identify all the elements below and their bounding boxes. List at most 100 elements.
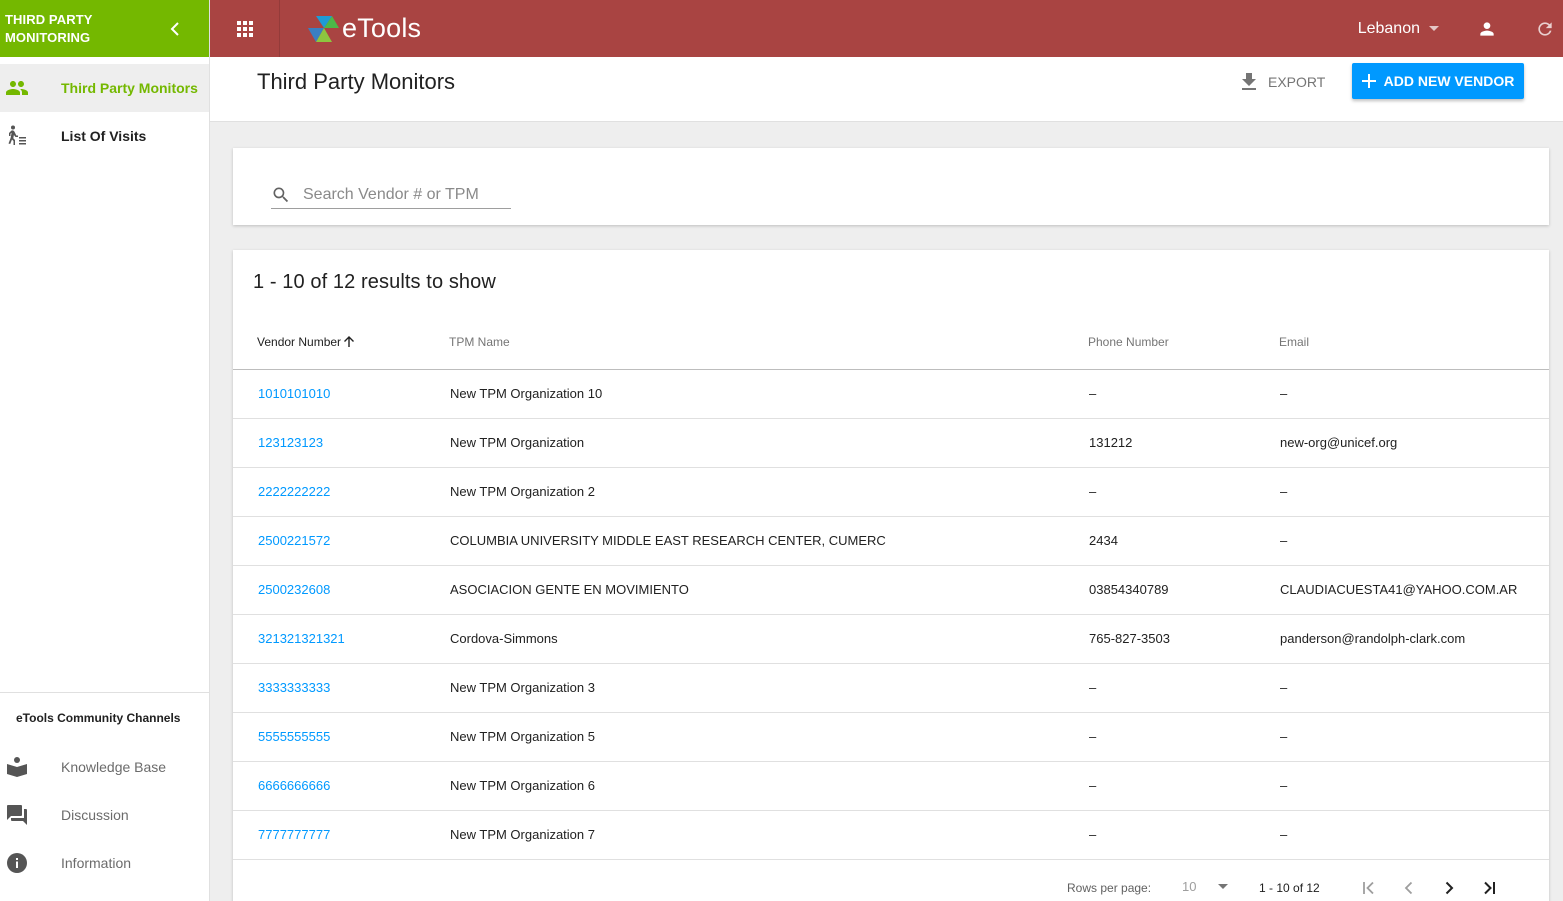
chat-icon [5, 803, 29, 827]
page-range: 1 - 10 of 12 [1259, 881, 1320, 895]
plus-icon [1361, 74, 1376, 88]
email: – [1280, 778, 1288, 793]
vendor-number-link[interactable]: 2222222222 [258, 484, 330, 499]
tpm-name: New TPM Organization [450, 435, 585, 450]
caret-down-icon [1218, 884, 1228, 889]
vendor-number-link[interactable]: 2500232608 [258, 582, 330, 597]
results-count: 1 - 10 of 12 results to show [253, 271, 496, 293]
vendor-number-link[interactable]: 321321321321 [258, 631, 345, 646]
email: – [1280, 386, 1288, 401]
next-page-button[interactable] [1437, 876, 1461, 900]
user-profile-icon[interactable] [1475, 17, 1499, 41]
vendor-number-link[interactable]: 3333333333 [258, 680, 330, 695]
tpm-name: New TPM Organization 2 [450, 484, 595, 499]
vendors-table-card: 1 - 10 of 12 results to show Vendor Numb… [233, 250, 1549, 901]
sidebar-item-label: Third Party Monitors [61, 80, 198, 96]
table-row: 6666666666 New TPM Organization 6 – – [233, 762, 1549, 811]
sidebar-item-discussion[interactable]: Discussion [0, 791, 209, 839]
sidebar-item-label: List Of Visits [61, 128, 147, 144]
search-icon [273, 187, 289, 202]
column-header-email[interactable]: Email [1279, 335, 1309, 349]
sidebar: THIRD PARTY MONITORING Third Party Monit… [0, 0, 210, 901]
previous-page-button[interactable] [1397, 876, 1421, 900]
phone-number: 03854340789 [1089, 582, 1169, 597]
phone-number: – [1089, 729, 1097, 744]
vendor-number-link[interactable]: 6666666666 [258, 778, 330, 793]
apps-grid-icon [236, 20, 253, 37]
table-row: 3333333333 New TPM Organization 3 – – [233, 664, 1549, 713]
vendor-number-link[interactable]: 1010101010 [258, 386, 330, 401]
table-row: 123123123 New TPM Organization 131212 ne… [233, 419, 1549, 468]
vendor-number-link[interactable]: 123123123 [258, 435, 323, 450]
last-page-icon [1484, 881, 1495, 895]
rows-per-page-select[interactable]: 10 [1182, 879, 1228, 894]
collapse-chevron-left-icon[interactable] [167, 21, 183, 37]
table-row: 2500221572 COLUMBIA UNIVERSITY MIDDLE EA… [233, 517, 1549, 566]
tpm-name: New TPM Organization 10 [450, 386, 603, 401]
vendor-number-link[interactable]: 7777777777 [258, 827, 330, 842]
tpm-name: New TPM Organization 3 [450, 680, 595, 695]
phone-number: 765-827-3503 [1089, 631, 1170, 646]
sidebar-item-third-party-monitors[interactable]: Third Party Monitors [0, 64, 209, 112]
phone-number: – [1089, 827, 1097, 842]
people-icon [5, 76, 29, 100]
first-page-button[interactable] [1357, 876, 1381, 900]
add-new-vendor-label: ADD NEW VENDOR [1383, 73, 1515, 89]
etools-logo: eTools [306, 13, 421, 44]
community-channels: eTools Community Channels Knowledge Base… [0, 692, 209, 887]
first-page-icon [1363, 881, 1374, 895]
tpm-name: ASOCIACION GENTE EN MOVIMIENTO [450, 582, 689, 597]
column-header-phone-number[interactable]: Phone Number [1088, 335, 1169, 349]
caret-down-icon [1429, 26, 1439, 31]
sidebar-nav: Third Party Monitors List Of Visits [0, 64, 209, 160]
phone-number: – [1089, 680, 1097, 695]
vendor-number-link[interactable]: 5555555555 [258, 729, 330, 744]
table-body: 1010101010 New TPM Organization 10 – – 1… [233, 370, 1549, 860]
table-row: 5555555555 New TPM Organization 5 – – [233, 713, 1549, 762]
sort-arrow-up-icon [344, 336, 355, 347]
export-button[interactable]: EXPORT [1240, 71, 1325, 93]
sidebar-item-list-of-visits[interactable]: List Of Visits [0, 112, 209, 160]
vendor-number-link[interactable]: 2500221572 [258, 533, 330, 548]
tpm-name: New TPM Organization 5 [450, 729, 595, 744]
tpm-name: COLUMBIA UNIVERSITY MIDDLE EAST RESEARCH… [450, 533, 886, 548]
visits-icon [5, 124, 29, 148]
pagination: Rows per page: 10 1 - 10 of 12 [233, 870, 1549, 901]
search-input[interactable] [303, 185, 503, 204]
add-new-vendor-button[interactable]: ADD NEW VENDOR [1352, 63, 1524, 99]
phone-number: 131212 [1089, 435, 1133, 450]
refresh-icon[interactable] [1533, 17, 1557, 41]
search-card [233, 148, 1549, 225]
column-header-vendor-number[interactable]: Vendor Number [257, 335, 355, 349]
email: – [1280, 729, 1288, 744]
last-page-button[interactable] [1477, 876, 1501, 900]
table-header: Vendor Number TPM Name Phone Number Emai… [233, 322, 1549, 370]
sidebar-item-label: Discussion [61, 807, 129, 823]
table-row: 1010101010 New TPM Organization 10 – – [233, 370, 1549, 419]
module-title: THIRD PARTY MONITORING [5, 11, 93, 45]
tpm-name: New TPM Organization 7 [450, 827, 595, 842]
community-title: eTools Community Channels [16, 711, 181, 725]
sidebar-item-knowledge-base[interactable]: Knowledge Base [0, 743, 209, 791]
download-icon [1242, 73, 1256, 90]
book-reader-icon [5, 755, 29, 779]
email: panderson@randolph-clark.com [1280, 631, 1466, 646]
chevron-right-icon [1445, 881, 1454, 895]
email: – [1280, 680, 1288, 695]
column-header-tpm-name[interactable]: TPM Name [449, 335, 510, 349]
rows-per-page-value: 10 [1182, 879, 1197, 894]
etools-logo-icon [308, 15, 339, 42]
apps-grid-button[interactable] [210, 0, 280, 57]
table-row: 2500232608 ASOCIACION GENTE EN MOVIMIENT… [233, 566, 1549, 615]
table-row: 2222222222 New TPM Organization 2 – – [233, 468, 1549, 517]
sidebar-item-label: Information [61, 855, 132, 871]
phone-number: – [1089, 386, 1097, 401]
rows-per-page-label: Rows per page: [1067, 881, 1152, 895]
country-selector[interactable]: Lebanon [1358, 20, 1439, 38]
search-field [271, 181, 511, 209]
logo-text: eTools [342, 13, 422, 43]
sidebar-item-information[interactable]: Information [0, 839, 209, 887]
top-bar: eTools Lebanon [210, 0, 1563, 57]
top-bar-actions: Lebanon [1358, 0, 1563, 57]
table-row: 7777777777 New TPM Organization 7 – – [233, 811, 1549, 860]
